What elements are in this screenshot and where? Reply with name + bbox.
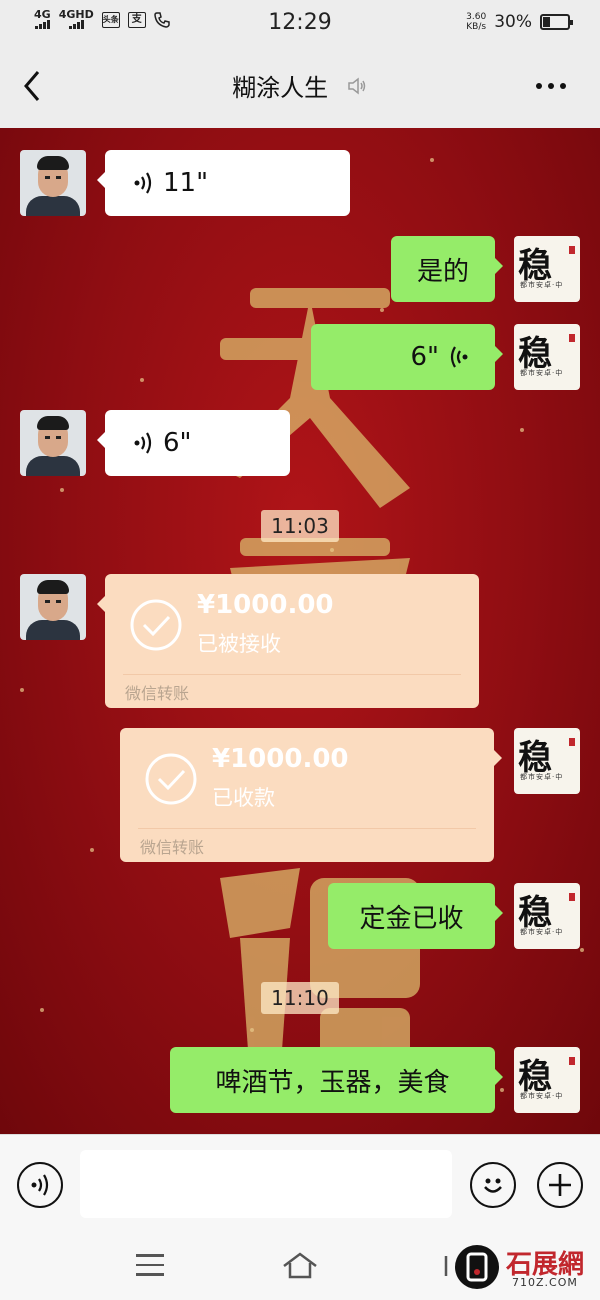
voice-play-icon	[134, 432, 152, 454]
transfer-status: 已收款	[212, 786, 275, 810]
contact-avatar[interactable]	[20, 410, 86, 476]
text-message-sent[interactable]: 是的	[391, 236, 503, 302]
self-avatar[interactable]: 稳都市安卓·中	[514, 236, 580, 302]
more-dots-icon	[536, 83, 542, 89]
background-speck	[140, 378, 144, 382]
voice-message-sent[interactable]: 6"	[311, 324, 503, 390]
avatar-caption: 都市安卓·中	[520, 281, 564, 289]
voice-duration: 6"	[410, 342, 439, 372]
site-watermark: 石展網 710Z.COM	[452, 1242, 600, 1296]
transfer-amount: ¥1000.00	[212, 744, 349, 774]
emoji-icon	[484, 1178, 502, 1193]
voice-duration: 11"	[163, 168, 209, 198]
menu-key[interactable]	[136, 1254, 164, 1278]
transfer-amount: ¥1000.00	[197, 590, 334, 620]
self-avatar[interactable]: 稳都市安卓·中	[514, 324, 580, 390]
chat-title: 糊涂人生	[0, 68, 600, 103]
time-stamp: 11:03	[0, 510, 600, 542]
home-icon	[283, 1252, 317, 1279]
watermark-logo-icon	[455, 1245, 499, 1289]
contact-avatar[interactable]	[20, 150, 86, 216]
self-avatar[interactable]: 稳都市安卓·中	[514, 1047, 580, 1113]
background-speck	[90, 848, 94, 852]
voice-input-icon	[31, 1174, 49, 1196]
background-speck	[20, 688, 24, 692]
chat-title-text: 糊涂人生	[232, 74, 329, 102]
text-message-sent[interactable]: 定金已收	[328, 883, 503, 949]
status-right: 3.60 KB/s 30%	[466, 12, 573, 32]
input-bar	[0, 1134, 600, 1234]
network-speed: 3.60 KB/s	[466, 12, 486, 32]
check-circle-icon	[130, 599, 182, 651]
background-speck	[380, 308, 384, 312]
emoji-button[interactable]	[470, 1162, 516, 1208]
avatar-caption: 都市安卓·中	[520, 773, 564, 781]
contact-avatar[interactable]	[20, 574, 86, 640]
time-stamp-text: 11:10	[261, 982, 339, 1014]
system-navigation-bar: 石展網 710Z.COM	[0, 1234, 600, 1300]
check-circle-icon	[145, 753, 197, 805]
network-speed-unit: KB/s	[466, 22, 487, 32]
watermark-domain: 710Z.COM	[512, 1276, 578, 1289]
background-speck	[500, 1088, 504, 1092]
status-bar: 4G 4GHD 头条 支 12:29 3.60 KB/s 30%	[0, 0, 600, 46]
background-speck	[250, 1028, 254, 1032]
avatar-caption: 都市安卓·中	[520, 1092, 564, 1100]
background-speck	[580, 948, 584, 952]
battery-icon	[540, 14, 573, 30]
transfer-source-label: 微信转账	[140, 838, 205, 857]
background-speck	[330, 548, 334, 552]
home-key[interactable]	[280, 1250, 320, 1280]
transfer-divider	[138, 828, 476, 829]
plus-button[interactable]	[537, 1162, 583, 1208]
text-message-sent[interactable]: 啤酒节，玉器，美食	[170, 1047, 503, 1113]
voice-duration: 6"	[163, 428, 192, 458]
chat-area[interactable]: 11" 是的 稳都市安卓·中 6" 稳都市安卓·中 6" 11:03 ¥1000…	[0, 128, 600, 1134]
transfer-card-received[interactable]: ¥1000.00 已被接收 微信转账	[97, 574, 479, 708]
transfer-divider	[123, 674, 461, 675]
message-text: 定金已收	[359, 903, 464, 934]
voice-play-icon	[450, 346, 468, 368]
transfer-card-sent[interactable]: ¥1000.00 已收款 微信转账	[120, 728, 502, 862]
chat-header: 糊涂人生	[0, 46, 600, 128]
time-stamp-text: 11:03	[261, 510, 339, 542]
network-speed-value: 3.60	[466, 12, 487, 22]
message-text: 啤酒节，玉器，美食	[215, 1067, 450, 1098]
avatar-caption: 都市安卓·中	[520, 369, 564, 377]
battery-percent: 30%	[494, 12, 532, 32]
background-speck	[60, 488, 64, 492]
self-avatar[interactable]: 稳都市安卓·中	[514, 728, 580, 794]
message-text: 是的	[416, 256, 469, 287]
avatar-caption: 都市安卓·中	[520, 928, 564, 936]
time-stamp: 11:10	[0, 982, 600, 1014]
voice-mute-icon	[346, 75, 368, 103]
more-button[interactable]	[536, 76, 572, 96]
voice-message-received[interactable]: 11"	[97, 150, 350, 216]
background-speck	[430, 158, 434, 162]
transfer-status: 已被接收	[197, 632, 281, 656]
message-input[interactable]	[80, 1150, 452, 1218]
voice-input-button[interactable]	[17, 1162, 63, 1208]
self-avatar[interactable]: 稳都市安卓·中	[514, 883, 580, 949]
battery-level	[543, 17, 550, 27]
transfer-source-label: 微信转账	[125, 684, 190, 703]
voice-message-received[interactable]: 6"	[97, 410, 290, 476]
voice-play-icon	[134, 172, 152, 194]
plus-icon	[549, 1174, 571, 1196]
background-speck	[520, 428, 524, 432]
